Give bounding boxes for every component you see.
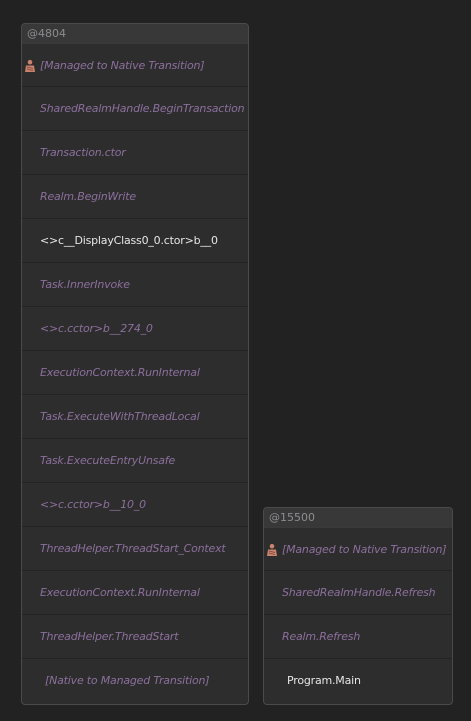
- call-stack-frame[interactable]: <>c.cctor>b__274_0: [22, 307, 248, 351]
- frame-label: [Native to Managed Transition]: [45, 674, 210, 687]
- thread-id-label: @4804: [22, 24, 248, 44]
- call-stack-frame[interactable]: Program.Main: [264, 659, 452, 703]
- frame-label: <>c.cctor>b__10_0: [40, 498, 146, 511]
- frame-label: [Managed to Native Transition]: [40, 59, 205, 72]
- managed-to-native-icon: [267, 543, 277, 556]
- thread-id-label: @15500: [264, 508, 452, 528]
- frame-label: Task.InnerInvoke: [40, 278, 130, 291]
- call-stack-frame[interactable]: <>c.cctor>b__10_0: [22, 483, 248, 527]
- frame-label: <>c__DisplayClass0_0.ctor>b__0: [40, 234, 218, 247]
- call-stack-frame[interactable]: [Managed to Native Transition]: [22, 44, 248, 87]
- call-stack-frame[interactable]: SharedRealmHandle.Refresh: [264, 571, 452, 615]
- frame-label: ThreadHelper.ThreadStart_Context: [40, 542, 226, 555]
- frame-label: Task.ExecuteWithThreadLocal: [40, 410, 200, 423]
- thread-stack-panel-4804: @4804 [Managed to Native Transition] Sha…: [21, 23, 249, 705]
- call-stack-frame[interactable]: ExecutionContext.RunInternal: [22, 571, 248, 615]
- frame-label: SharedRealmHandle.Refresh: [282, 586, 436, 599]
- frame-label: Transaction.ctor: [40, 146, 126, 159]
- frame-label: Realm.BeginWrite: [40, 190, 136, 203]
- frame-label: ExecutionContext.RunInternal: [40, 366, 200, 379]
- frame-label: Program.Main: [287, 674, 361, 687]
- frame-label: <>c.cctor>b__274_0: [40, 322, 153, 335]
- call-stack-frame[interactable]: [Native to Managed Transition]: [22, 659, 248, 703]
- call-stack-frame[interactable]: Realm.BeginWrite: [22, 175, 248, 219]
- call-stack-frames: [Managed to Native Transition] SharedRea…: [264, 528, 452, 703]
- frame-label: ThreadHelper.ThreadStart: [40, 630, 179, 643]
- frame-label: ExecutionContext.RunInternal: [40, 586, 200, 599]
- call-stack-frame[interactable]: [Managed to Native Transition]: [264, 528, 452, 571]
- frame-label: Realm.Refresh: [282, 630, 361, 643]
- frame-label: [Managed to Native Transition]: [282, 543, 447, 556]
- call-stack-frame[interactable]: ThreadHelper.ThreadStart_Context: [22, 527, 248, 571]
- call-stack-frame[interactable]: ThreadHelper.ThreadStart: [22, 615, 248, 659]
- frame-label: SharedRealmHandle.BeginTransaction: [40, 102, 245, 115]
- call-stack-frames: [Managed to Native Transition] SharedRea…: [22, 44, 248, 703]
- call-stack-frame[interactable]: Transaction.ctor: [22, 131, 248, 175]
- frame-label: Task.ExecuteEntryUnsafe: [40, 454, 176, 467]
- call-stack-frame[interactable]: Task.ExecuteWithThreadLocal: [22, 395, 248, 439]
- call-stack-frame[interactable]: Task.InnerInvoke: [22, 263, 248, 307]
- call-stack-frame[interactable]: Task.ExecuteEntryUnsafe: [22, 439, 248, 483]
- call-stack-frame[interactable]: SharedRealmHandle.BeginTransaction: [22, 87, 248, 131]
- thread-stack-panel-15500: @15500 [Managed to Native Transition] Sh…: [263, 507, 453, 705]
- call-stack-frame[interactable]: ExecutionContext.RunInternal: [22, 351, 248, 395]
- call-stack-frame[interactable]: <>c__DisplayClass0_0.ctor>b__0: [22, 219, 248, 263]
- call-stack-frame[interactable]: Realm.Refresh: [264, 615, 452, 659]
- managed-to-native-icon: [25, 59, 35, 72]
